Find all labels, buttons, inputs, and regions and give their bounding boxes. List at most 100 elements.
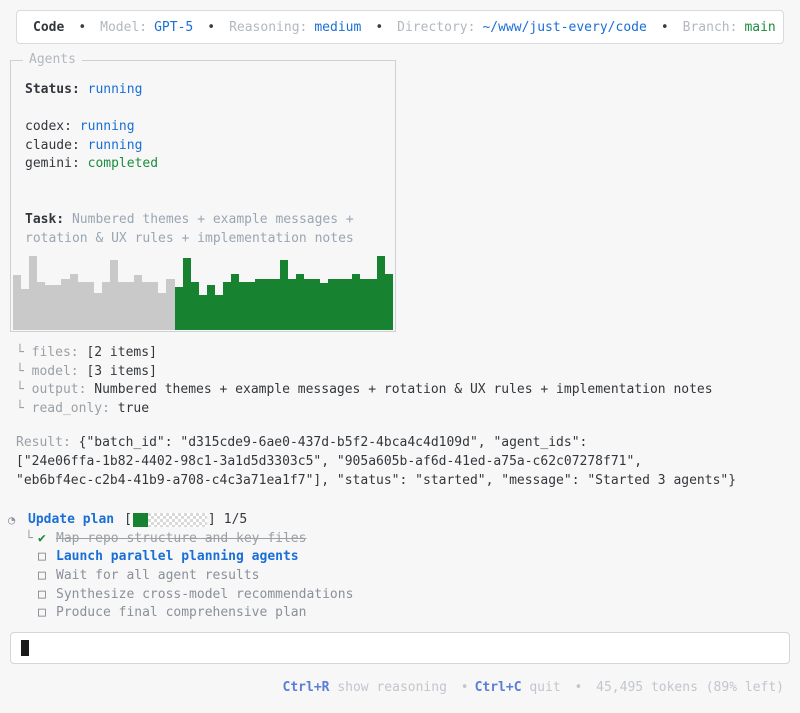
checkbox-icon: □ — [38, 605, 46, 621]
agent-name: gemini: — [25, 156, 88, 172]
plan-item-label: Launch parallel planning agents — [56, 549, 299, 565]
tree-row: └ output: Numbered themes + example mess… — [16, 381, 792, 400]
tree-key: read_only: — [31, 400, 118, 416]
activity-bar — [279, 259, 288, 330]
segment-label: Reasoning: — [229, 19, 308, 35]
header-segment: Reasoning: medium — [229, 20, 361, 35]
task-text: Numbered themes + example messages + rot… — [25, 212, 354, 246]
activity-bar — [69, 273, 78, 330]
agents-status-row: Status: running — [25, 81, 381, 100]
agent-status-row: gemini: completed — [25, 155, 381, 174]
shortcut-label: show reasoning — [329, 680, 455, 695]
activity-bar — [239, 281, 248, 330]
tree-value: true — [117, 400, 150, 416]
plan-item: □ Launch parallel planning agents — [25, 548, 792, 567]
plan-items: └ ✔ Map repo structure and key files □ Launc… — [8, 530, 792, 623]
tool-args-tree: └ files: [2 items] └ model: [3 items] └ ou… — [16, 344, 792, 418]
shortcut-key: Ctrl+R — [282, 680, 330, 695]
shortcut-key: Ctrl+C — [474, 680, 522, 695]
checkmark-icon: ✔ — [38, 530, 46, 546]
activity-bar — [37, 281, 46, 330]
agents-panel-title: Agents — [23, 52, 82, 67]
activity-bar — [182, 258, 191, 330]
result-line: Result: {"batch_id": "d315cde9-6ae0-437d… — [16, 434, 792, 453]
activity-bar — [61, 278, 70, 330]
separator-dot: • — [460, 680, 469, 695]
activity-bar — [344, 278, 353, 330]
tree-branch-glyph: └ — [25, 530, 33, 546]
shortcut-label: quit — [521, 680, 569, 695]
activity-bar — [295, 273, 304, 330]
activity-bar — [336, 278, 345, 330]
agent-state: running — [79, 119, 135, 135]
plan-item: □ Synthesize cross-model recommendations — [25, 586, 792, 605]
separator-dot: • — [207, 19, 216, 35]
activity-bar — [231, 273, 240, 330]
tree-row: └ files: [2 items] — [16, 344, 792, 363]
tree-key: files: — [31, 345, 87, 360]
checkbox-icon: □ — [38, 549, 46, 565]
activity-bar — [311, 278, 320, 330]
plan-item-label: Synthesize cross-model recommendations — [56, 586, 354, 602]
tree-key: model: — [31, 363, 87, 379]
activity-bar — [53, 284, 62, 330]
activity-bar — [384, 273, 393, 330]
tree-row: └ read_only: true — [16, 400, 792, 419]
tree-key: output: — [31, 382, 95, 398]
activity-bar — [376, 255, 385, 330]
segment-label: Branch: — [682, 19, 738, 35]
agent-name: claude: — [25, 137, 88, 153]
segment-value: medium — [314, 19, 362, 35]
result-text: {"batch_id": "d315cde9-6ae0-437d-b5f2-4b… — [78, 435, 588, 451]
result-line: ["24e06ffa-1b82-4402-98c1-3a1d5d3303c5",… — [16, 453, 643, 469]
agent-state: completed — [87, 156, 159, 172]
transcript: └ files: [2 items] └ model: [3 items] └ ou… — [8, 344, 792, 623]
plan-title: Update plan — [28, 512, 115, 528]
tree-branch-glyph: └ — [16, 345, 32, 360]
agent-name: codex: — [25, 119, 80, 135]
activity-bar — [101, 281, 110, 330]
plan-progress-count: 1/5 — [223, 512, 248, 528]
text-cursor — [21, 640, 29, 656]
agents-panel: Agents Status: running codex: running cla… — [10, 52, 396, 332]
plan-title-row: ◔ Update plan [ ] 1/5 — [8, 511, 792, 530]
tree-branch-glyph: └ — [16, 382, 32, 398]
agents-panel-body: Status: running codex: running claude: ru… — [11, 61, 395, 248]
status-bar: Code • Model: GPT-5 • Reasoning: medium • Direct… — [16, 10, 784, 44]
agent-state: running — [87, 137, 143, 153]
segment-value: ~/www/just-every/code — [482, 19, 647, 35]
separator-dot: • — [78, 19, 87, 35]
activity-bar — [109, 259, 119, 330]
activity-bar — [287, 278, 296, 330]
command-input[interactable] — [10, 632, 790, 664]
plan-item: └ ✔ Map repo structure and key files — [25, 530, 792, 549]
activity-bar — [319, 283, 329, 330]
activity-bar — [223, 281, 232, 330]
result-label: Result: — [16, 435, 79, 451]
header-segment: Branch: main — [683, 20, 776, 35]
plan-block: ◔ Update plan [ ] 1/5 └ ✔ Map repo structu… — [8, 511, 792, 623]
header-segment: Model: GPT-5 — [100, 20, 193, 35]
activity-bar — [206, 284, 215, 330]
activity-bar — [118, 281, 127, 330]
activity-bar — [174, 287, 183, 330]
segment-value: Code — [33, 19, 65, 35]
activity-bar — [85, 281, 94, 330]
agent-status-row: codex: running — [25, 118, 381, 137]
activity-bar — [328, 278, 337, 330]
footer-bar: Ctrl+R show reasoning • Ctrl+C quit • 45,… — [0, 680, 784, 695]
separator-dot: • — [574, 680, 583, 695]
activity-bar — [214, 294, 224, 330]
plan-item-label: Map repo structure and key files — [56, 530, 307, 546]
plan-progress-fill — [132, 513, 148, 528]
header-segment: Directory: ~/www/just-every/code — [397, 20, 647, 35]
activity-bar — [150, 281, 159, 330]
plan-item-label: Produce final comprehensive plan — [56, 605, 307, 621]
activity-bar — [198, 294, 207, 330]
progress-bracket-open: [ — [124, 512, 132, 528]
plan-item-label: Wait for all agent results — [56, 567, 260, 583]
